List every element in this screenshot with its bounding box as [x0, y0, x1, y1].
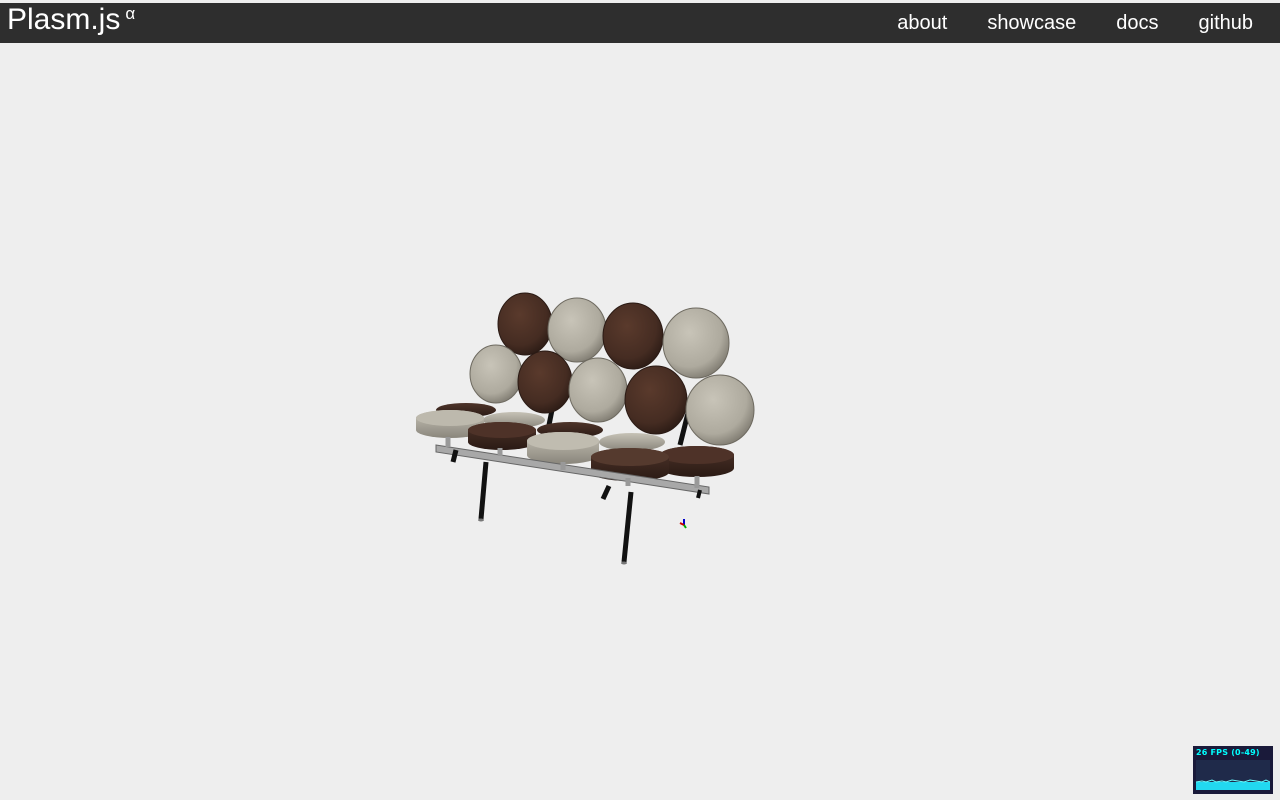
fps-graph [1196, 760, 1270, 790]
3d-viewport-canvas[interactable] [0, 43, 1280, 800]
brand-logo[interactable]: Plasm.js α [7, 3, 135, 43]
nav-link-docs[interactable]: docs [1096, 3, 1178, 43]
nav-link-github[interactable]: github [1179, 3, 1280, 43]
nav-link-showcase[interactable]: showcase [967, 3, 1096, 43]
nav-link-about[interactable]: about [877, 3, 967, 43]
marshmallow-sofa-model [416, 292, 755, 565]
header-bar: Plasm.js α about showcase docs github [0, 3, 1280, 43]
axes-gizmo-icon [679, 519, 687, 529]
main-nav: about showcase docs github [877, 3, 1280, 43]
fps-readout: 26 FPS (0-49) [1196, 748, 1260, 757]
brand-alpha-superscript: α [125, 4, 136, 23]
brand-name: Plasm.js [7, 3, 121, 36]
fps-stats-panel[interactable]: 26 FPS (0-49) [1193, 746, 1273, 794]
